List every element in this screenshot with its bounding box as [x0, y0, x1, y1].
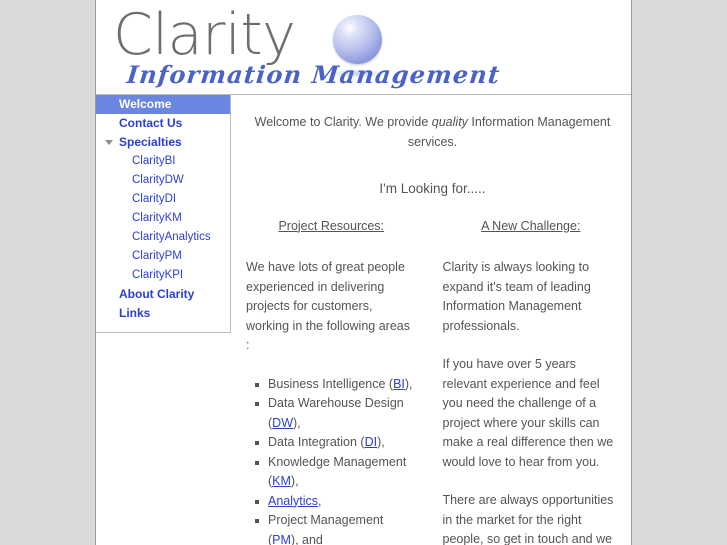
project-resources-heading: Project Resources:: [278, 218, 385, 233]
sidebar-item-label: Links: [119, 306, 151, 320]
list-item: Analytics,: [255, 492, 417, 512]
main-content: Welcome to Clarity. We provide quality I…: [232, 95, 631, 545]
page-container: Clarity Information Management Welcome C…: [95, 0, 632, 545]
sidebar-item-contact-us[interactable]: Contact Us: [96, 114, 230, 133]
sidebar-item-claritydw[interactable]: ClarityDW: [96, 171, 230, 190]
sphere-icon: [333, 15, 382, 64]
new-challenge-column: A New Challenge: Clarity is always looki…: [433, 217, 620, 545]
project-resources-column: Project Resources: We have lots of great…: [246, 217, 433, 545]
list-item: Data Warehouse Design (DW),: [255, 394, 417, 433]
sidebar-item-label: Welcome: [119, 97, 172, 111]
sidebar-item-label: ClarityDW: [132, 174, 184, 186]
area-text-pre: Business Intelligence (: [268, 376, 394, 391]
area-text-post: ,: [318, 493, 322, 508]
new-challenge-paragraph-1: Clarity is always looking to expand it's…: [442, 260, 591, 333]
new-challenge-paragraph-2: If you have over 5 years relevant experi…: [442, 357, 614, 469]
sidebar-item-welcome[interactable]: Welcome: [96, 95, 230, 114]
body-area: Welcome Contact Us Specialties ClarityBI…: [96, 95, 631, 545]
logo-wordmark: Clarity: [113, 2, 296, 68]
new-challenge-heading: A New Challenge:: [481, 218, 581, 233]
sidebar-item-links[interactable]: Links: [96, 304, 230, 323]
area-link-bi[interactable]: BI: [393, 377, 405, 391]
list-item: Business Intelligence (BI),: [255, 375, 417, 395]
two-column-layout: Project Resources: We have lots of great…: [246, 217, 619, 545]
sidebar-item-clarityanalytics[interactable]: ClarityAnalytics: [96, 228, 230, 247]
area-text-post: ),: [404, 376, 413, 391]
sidebar-item-claritykm[interactable]: ClarityKM: [96, 209, 230, 228]
area-text-pre: Data Integration (: [268, 435, 365, 449]
area-text-post: ),: [377, 435, 385, 449]
sidebar-item-label: ClarityKPI: [132, 269, 184, 281]
sidebar-item-label: ClarityPM: [132, 250, 182, 262]
area-link-dw[interactable]: DW: [272, 416, 293, 430]
logo-tagline: Information Management: [125, 60, 502, 89]
sidebar-item-label: About Clarity: [119, 287, 195, 301]
sidebar-item-label: ClarityKM: [132, 212, 182, 224]
site-header: Clarity Information Management: [96, 0, 631, 95]
list-item: Knowledge Management (KM),: [255, 453, 417, 492]
list-item: Project Management (PM), and: [255, 511, 417, 545]
intro-paragraph: Welcome to Clarity. We provide quality I…: [250, 113, 615, 152]
sidebar-item-label: Contact Us: [119, 116, 183, 130]
looking-for-heading: I'm Looking for.....: [379, 181, 486, 196]
sidebar-item-about-clarity[interactable]: About Clarity: [96, 285, 230, 304]
sidebar-nav: Welcome Contact Us Specialties ClarityBI…: [96, 95, 231, 333]
site-logo[interactable]: Clarity Information Management: [113, 2, 502, 92]
area-link-di[interactable]: DI: [365, 435, 378, 449]
intro-emphasis: quality: [431, 115, 468, 129]
area-text-post: ),: [290, 474, 299, 488]
areas-list: Business Intelligence (BI), Data Warehou…: [246, 375, 417, 545]
sidebar-item-claritykpi[interactable]: ClarityKPI: [96, 266, 230, 285]
sidebar-item-label: Specialties: [119, 135, 182, 149]
chevron-down-icon[interactable]: [105, 140, 113, 145]
sidebar-item-claritydi[interactable]: ClarityDI: [96, 190, 230, 209]
sidebar-item-claritybi[interactable]: ClarityBI: [96, 152, 230, 171]
list-item: Data Integration (DI),: [255, 433, 417, 453]
project-resources-paragraph: We have lots of great people experienced…: [246, 260, 410, 352]
sidebar-item-specialties[interactable]: Specialties: [96, 133, 230, 152]
area-text-post: ), and: [290, 532, 323, 545]
area-link-km[interactable]: KM: [272, 474, 291, 488]
sidebar-item-claritypm[interactable]: ClarityPM: [96, 247, 230, 266]
area-text-post: ),: [293, 415, 301, 430]
sidebar-item-label: ClarityBI: [132, 155, 176, 167]
sidebar-item-label: ClarityAnalytics: [132, 231, 211, 243]
sidebar-item-label: ClarityDI: [132, 193, 177, 205]
area-link-analytics[interactable]: Analytics: [268, 494, 318, 508]
intro-text-part1: Welcome to Clarity. We provide: [254, 115, 432, 129]
new-challenge-paragraph-3: There are always opportunities in the ma…: [442, 493, 614, 545]
area-link-pm[interactable]: PM: [272, 533, 291, 545]
